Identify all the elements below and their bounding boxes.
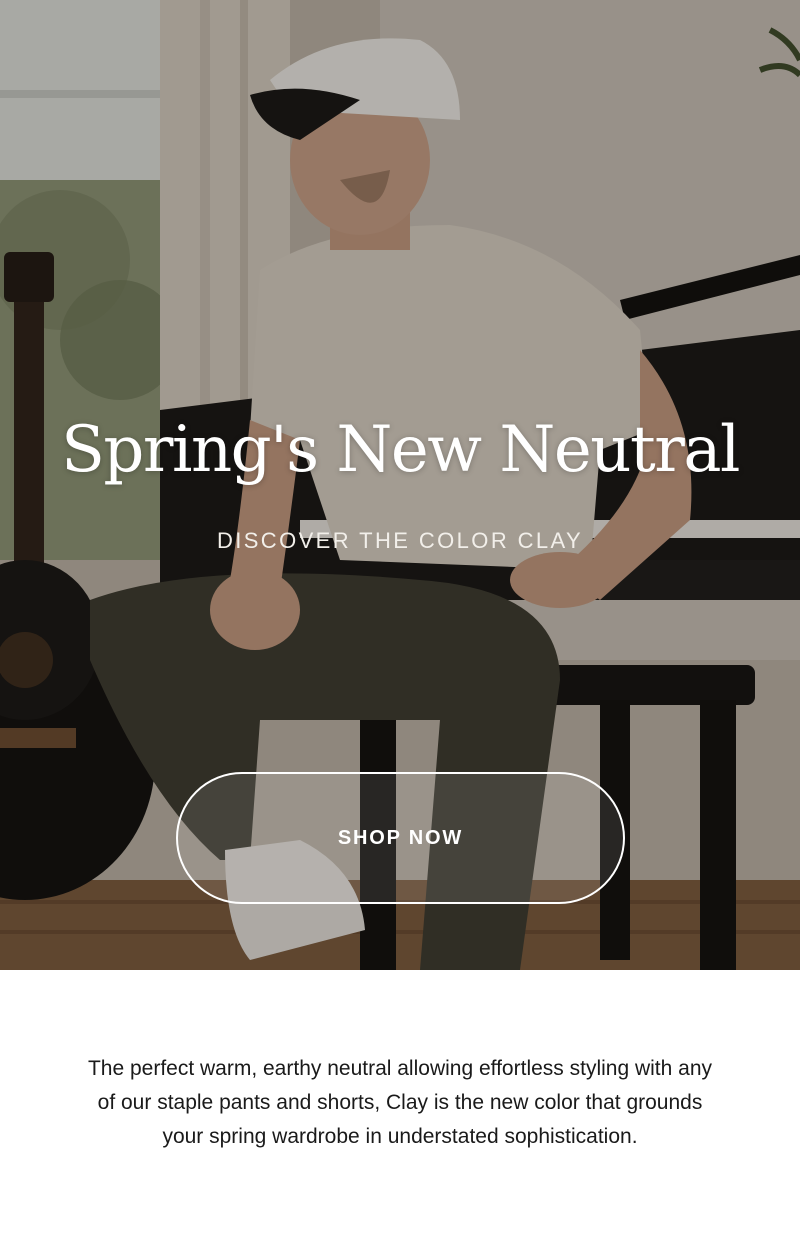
shop-now-label: SHOP NOW: [337, 826, 464, 849]
hero-subtitle: DISCOVER THE COLOR CLAY: [216, 528, 584, 553]
product-description: The perfect warm, earthy neutral allowin…: [87, 1057, 713, 1148]
hero-banner[interactable]: Spring's New Neutral DISCOVER THE COLOR …: [0, 0, 800, 970]
hero-title: Spring's New Neutral: [61, 413, 740, 487]
shop-now-button[interactable]: SHOP NOW: [176, 772, 625, 904]
